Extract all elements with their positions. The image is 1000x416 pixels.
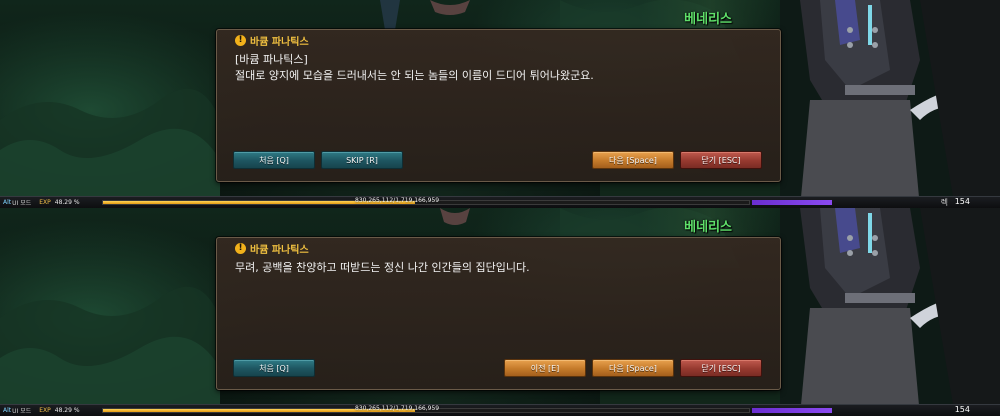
dialog-button-row: 처음 [Q] SKIP [R] 다음 [Space] 닫기 [ESC] bbox=[233, 151, 764, 169]
skip-button[interactable]: SKIP [R] bbox=[321, 151, 403, 169]
exp-label: EXP bbox=[39, 199, 51, 206]
status-bar-top: Alt UI 모드 EXP 48.29 % 830,265,112/1,719,… bbox=[0, 196, 1000, 208]
ui-mode-label: UI 모드 bbox=[12, 408, 32, 415]
level-label: 렉 bbox=[940, 198, 948, 207]
status-bar-bottom: Alt UI 모드 EXP 48.29 % 830,265,112/1,719,… bbox=[0, 404, 1000, 416]
dialog-line: [바큠 파나틱스] bbox=[235, 53, 308, 66]
npc-portrait bbox=[780, 0, 1000, 208]
ui-mode-toggle[interactable]: Alt UI 모드 EXP 48.29 % bbox=[3, 406, 84, 415]
exp-detail: 830,265,112/1,719,166,959 bbox=[355, 405, 440, 412]
ui-mode-hotkey: Alt bbox=[3, 199, 12, 206]
game-scene-bottom: 베네리스 ! 바큠 파나틱스 무려, 공백을 찬양하고 떠받드는 정신 나간 인… bbox=[0, 208, 1000, 416]
next-button[interactable]: 다음 [Space] bbox=[592, 151, 674, 169]
region-name: 베네리스 bbox=[684, 12, 732, 27]
ui-mode-toggle[interactable]: Alt UI 모드 EXP 48.29 % bbox=[3, 198, 84, 207]
next-button[interactable]: 다음 [Space] bbox=[592, 359, 674, 377]
dialog-line: 무려, 공백을 찬양하고 떠받드는 정신 나간 인간들의 집단입니다. bbox=[235, 261, 530, 274]
speaker-name: 바큠 파나틱스 bbox=[250, 36, 309, 48]
first-button[interactable]: 처음 [Q] bbox=[233, 151, 315, 169]
dialog-header: ! 바큠 파나틱스 bbox=[235, 33, 309, 48]
game-scene-top: 베네리스 ! 바큠 파나틱스 [바큠 파나틱스] 절대로 양지에 모습을 드러내… bbox=[0, 0, 1000, 208]
dialog-text: 무려, 공백을 찬양하고 떠받드는 정신 나간 인간들의 집단입니다. bbox=[235, 260, 762, 276]
exp-percent: 48.29 % bbox=[54, 199, 80, 206]
dialog-header: ! 바큠 파나틱스 bbox=[235, 241, 309, 256]
exp-detail: 830,265,112/1,719,166,959 bbox=[355, 197, 440, 204]
close-button[interactable]: 닫기 [ESC] bbox=[680, 151, 762, 169]
level-value: 154 bbox=[954, 197, 970, 206]
exclamation-warning-icon: ! bbox=[235, 242, 246, 254]
close-button[interactable]: 닫기 [ESC] bbox=[680, 359, 762, 377]
npc-dialog-box: ! 바큠 파나틱스 [바큠 파나틱스] 절대로 양지에 모습을 드러내서는 안 … bbox=[216, 29, 781, 182]
mp-bar bbox=[752, 200, 832, 205]
ui-mode-hotkey: Alt bbox=[3, 407, 12, 414]
exclamation-warning-icon: ! bbox=[235, 34, 246, 46]
dialog-button-row: 처음 [Q] 이전 [E] 다음 [Space] 닫기 [ESC] bbox=[233, 359, 764, 377]
npc-portrait bbox=[780, 208, 1000, 416]
exp-percent: 48.29 % bbox=[54, 407, 80, 414]
ui-mode-label: UI 모드 bbox=[12, 200, 32, 207]
level-value: 154 bbox=[954, 405, 970, 414]
speaker-name: 바큠 파나틱스 bbox=[250, 244, 309, 256]
first-button[interactable]: 처음 [Q] bbox=[233, 359, 315, 377]
prev-button[interactable]: 이전 [E] bbox=[504, 359, 586, 377]
mp-bar bbox=[752, 408, 832, 413]
exp-label: EXP bbox=[39, 407, 51, 414]
npc-dialog-box: ! 바큠 파나틱스 무려, 공백을 찬양하고 떠받드는 정신 나간 인간들의 집… bbox=[216, 237, 781, 390]
dialog-text: [바큠 파나틱스] 절대로 양지에 모습을 드러내서는 안 되는 놈들의 이름이… bbox=[235, 52, 762, 84]
dialog-line: 절대로 양지에 모습을 드러내서는 안 되는 놈들의 이름이 드디어 튀어나왔군… bbox=[235, 69, 594, 82]
region-name: 베네리스 bbox=[684, 220, 732, 235]
